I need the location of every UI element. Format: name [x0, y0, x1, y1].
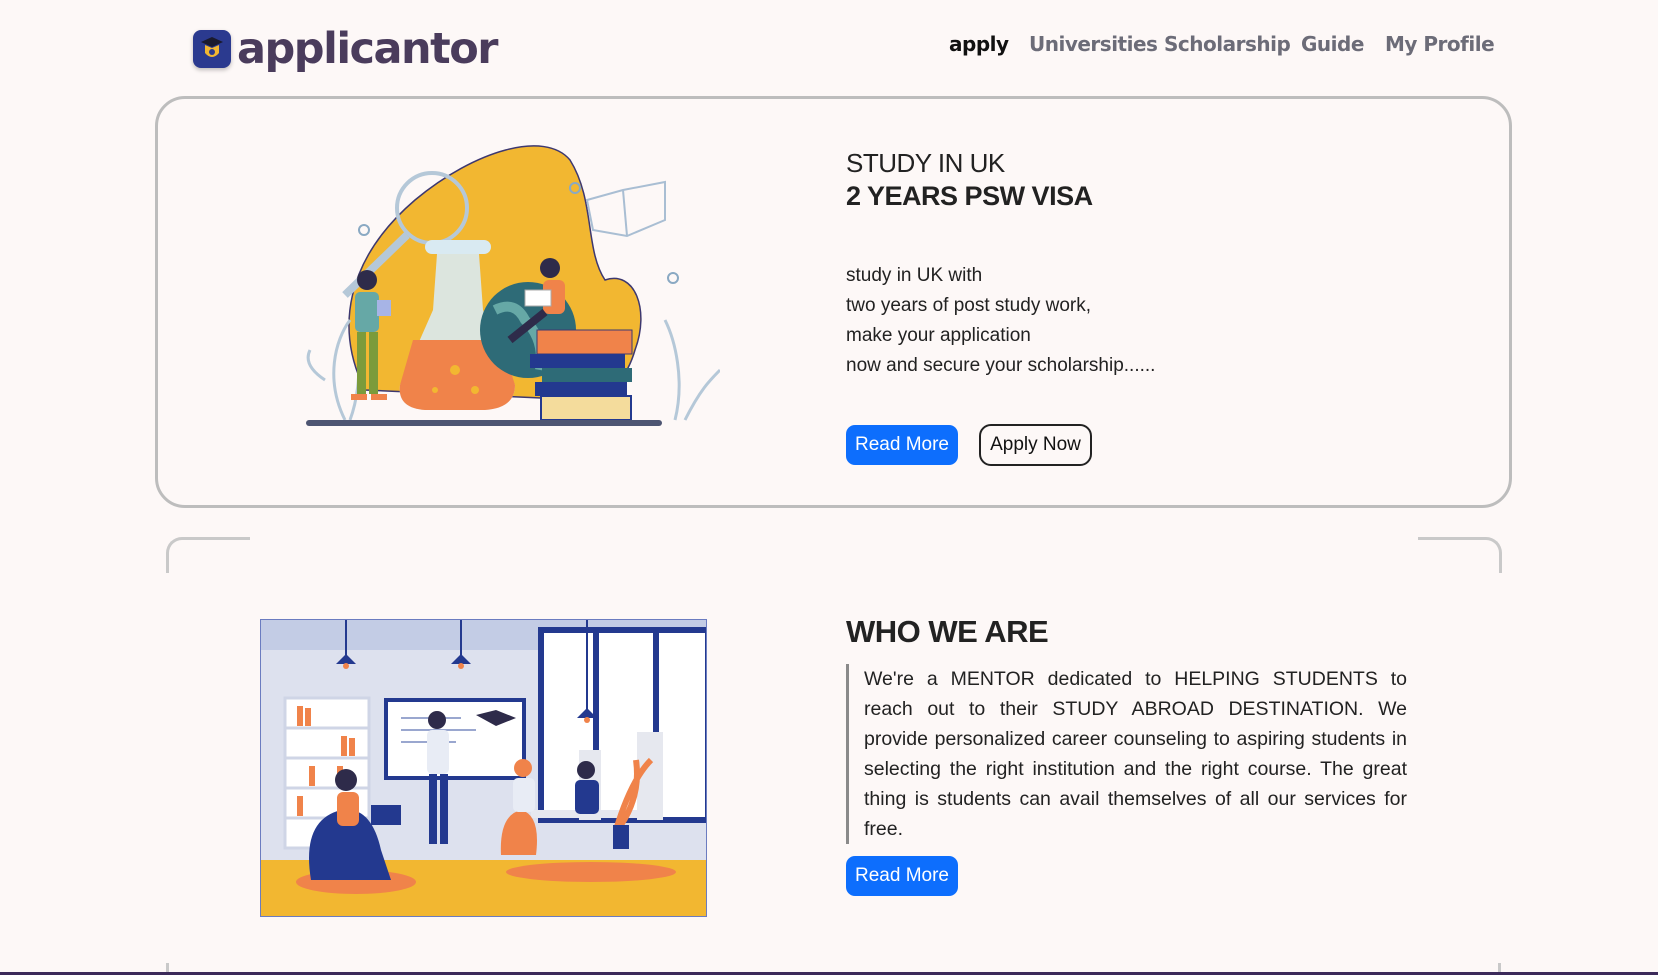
nav-item-guide[interactable]: Guide [1301, 32, 1364, 62]
office-team-illustration [260, 619, 707, 917]
mortarboard-shield-icon [193, 30, 231, 68]
hero-read-more-button[interactable]: Read More [846, 425, 958, 465]
who-we-are-title: WHO WE ARE [846, 614, 1049, 649]
hero-text-line: now and secure your scholarship...... [846, 355, 1156, 376]
hero-text-line: make your application [846, 325, 1031, 346]
hero-title: STUDY IN UK [846, 148, 1005, 178]
nav-item-scholarship[interactable]: Scholarship [1164, 32, 1291, 62]
nav-item-my-profile[interactable]: My Profile [1385, 32, 1495, 62]
who-we-are-read-more-button[interactable]: Read More [846, 856, 958, 896]
apply-now-button[interactable]: Apply Now [979, 424, 1092, 466]
brand-name: applicantor [237, 24, 498, 74]
students-science-illustration [305, 140, 720, 430]
hero-text-line: study in UK with [846, 265, 983, 286]
who-we-are-text: We're a MENTOR dedicated to HELPING STUD… [864, 668, 1407, 840]
hero-text-line: two years of post study work, [846, 295, 1091, 316]
nav-item-universities[interactable]: Universities [1029, 32, 1158, 62]
hero-subtitle: 2 YEARS PSW VISA [846, 181, 1093, 211]
section-frame-left [166, 537, 250, 573]
nav-item-apply[interactable]: apply [949, 32, 1009, 62]
section-frame-right [1418, 537, 1502, 573]
brand-logo[interactable]: applicantor [193, 24, 498, 74]
